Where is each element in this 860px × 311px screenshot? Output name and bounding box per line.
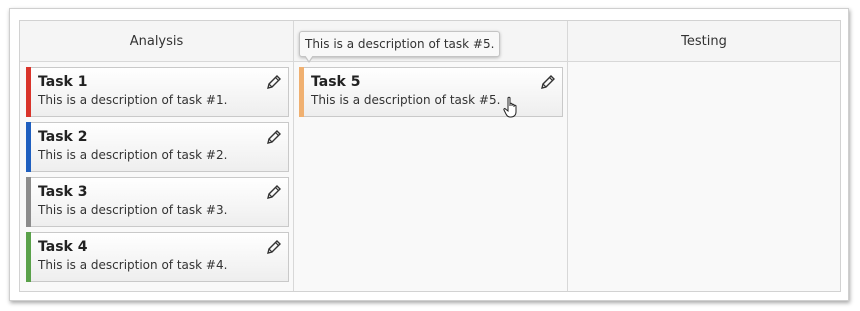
pencil-icon[interactable]	[266, 74, 282, 90]
pencil-icon[interactable]	[266, 239, 282, 255]
task-color-bar	[26, 177, 31, 227]
task-title: Task 1	[38, 74, 88, 90]
kanban-board: Analysis Task 1 This is a description of…	[19, 20, 841, 292]
column-testing: Testing	[568, 21, 840, 291]
task-color-bar	[26, 232, 31, 282]
task-card-2[interactable]: Task 2 This is a description of task #2.	[26, 122, 289, 172]
task-description: This is a description of task #1.	[38, 93, 228, 107]
pencil-icon[interactable]	[266, 129, 282, 145]
task-color-bar	[26, 67, 31, 117]
task-color-bar	[26, 122, 31, 172]
pencil-icon[interactable]	[540, 74, 556, 90]
column-header-analysis: Analysis	[20, 21, 293, 62]
hand-pointer-icon	[503, 96, 517, 118]
task-card-1[interactable]: Task 1 This is a description of task #1.	[26, 67, 289, 117]
tooltip-text: This is a description of task #5.	[305, 37, 495, 51]
task-title: Task 3	[38, 184, 88, 200]
pencil-icon[interactable]	[266, 184, 282, 200]
task-description: This is a description of task #3.	[38, 203, 228, 217]
column-body-development: Task 5 This is a description of task #5.	[294, 62, 567, 291]
task-color-bar	[299, 67, 304, 117]
column-development: Development Task 5 This is a description…	[294, 21, 568, 291]
task-card-3[interactable]: Task 3 This is a description of task #3.	[26, 177, 289, 227]
column-analysis: Analysis Task 1 This is a description of…	[20, 21, 294, 291]
column-body-analysis: Task 1 This is a description of task #1.…	[20, 62, 293, 291]
task-card-5[interactable]: Task 5 This is a description of task #5.	[299, 67, 563, 117]
column-body-testing	[568, 62, 840, 291]
task-tooltip: This is a description of task #5.	[299, 31, 501, 63]
task-description: This is a description of task #2.	[38, 148, 228, 162]
task-title: Task 2	[38, 129, 88, 145]
task-title: Task 5	[311, 74, 361, 90]
column-header-testing: Testing	[568, 21, 840, 62]
task-title: Task 4	[38, 239, 88, 255]
task-description: This is a description of task #4.	[38, 258, 228, 272]
tooltip-arrow-inner	[305, 55, 313, 61]
task-description: This is a description of task #5.	[311, 93, 501, 107]
task-card-4[interactable]: Task 4 This is a description of task #4.	[26, 232, 289, 282]
